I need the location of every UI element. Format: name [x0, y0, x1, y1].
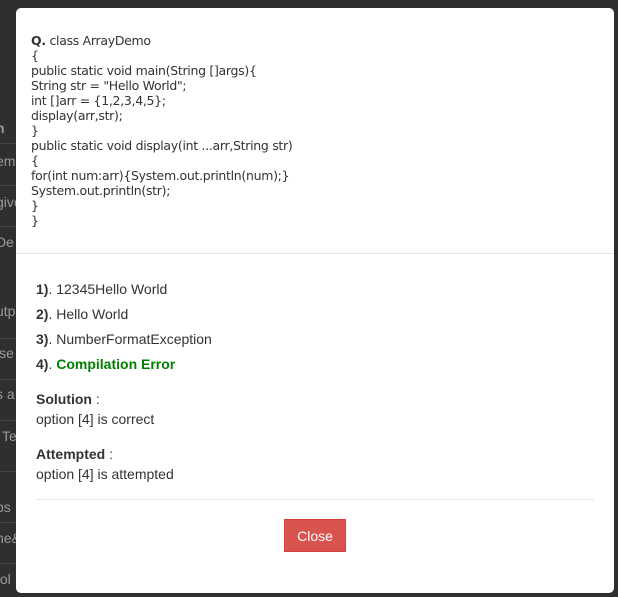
- header-divider: [16, 253, 614, 254]
- code-line: {: [31, 48, 39, 63]
- option-item: 2). Hello World: [36, 306, 129, 322]
- code-line: public static void main(String []args){: [31, 63, 257, 78]
- option-item: 3). NumberFormatException: [36, 331, 212, 347]
- question-modal: Q. class ArrayDemo { public static void …: [16, 8, 614, 593]
- option-item: 1). 12345Hello World: [36, 281, 168, 297]
- option-text: Compilation Error: [56, 356, 176, 372]
- divider: [0, 379, 16, 380]
- question-prefix: Q.: [31, 33, 46, 48]
- bg-text: Te: [2, 428, 17, 444]
- option-item-correct: 4). Compilation Error: [36, 356, 176, 372]
- option-number: 4): [36, 356, 49, 372]
- question-text: Q. class ArrayDemo { public static void …: [31, 33, 293, 228]
- code-line: }: [31, 213, 39, 228]
- code-line: class ArrayDemo: [49, 33, 151, 48]
- code-line: public static void display(int ...arr,St…: [31, 138, 293, 153]
- options-list: 1). 12345Hello World 2). Hello World 3).…: [36, 281, 212, 381]
- bg-text: fol: [0, 571, 11, 587]
- option-number: 2): [36, 306, 49, 322]
- code-line: display(arr,str);: [31, 108, 123, 123]
- solution-label: Solution: [36, 391, 92, 407]
- option-number: 1): [36, 281, 49, 297]
- code-line: {: [31, 153, 39, 168]
- bg-text: n: [0, 120, 5, 136]
- code-line: for(int num:arr){System.out.println(num)…: [31, 168, 290, 183]
- option-number: 3): [36, 331, 49, 347]
- divider: [0, 185, 16, 186]
- attempted-section: Attempted : option [4] is attempted: [36, 446, 174, 482]
- option-text: 12345Hello World: [56, 281, 168, 297]
- bg-text: s a: [0, 386, 15, 402]
- code-line: System.out.println(str);: [31, 183, 171, 198]
- bg-text: em: [0, 153, 16, 169]
- bg-text: utp: [0, 303, 16, 319]
- bg-text: ise: [0, 345, 14, 361]
- bg-text: De: [0, 234, 14, 250]
- divider: [0, 522, 16, 523]
- solution-text: option [4] is correct: [36, 411, 155, 427]
- divider: [0, 471, 16, 472]
- divider: [0, 563, 16, 564]
- solution-section: Solution : option [4] is correct: [36, 391, 155, 427]
- code-line: String str = "Hello World";: [31, 78, 187, 93]
- attempted-text: option [4] is attempted: [36, 466, 174, 482]
- divider: [0, 143, 16, 144]
- option-text: Hello World: [56, 306, 129, 322]
- footer-divider: [36, 499, 594, 500]
- divider: [0, 338, 16, 339]
- attempted-label: Attempted: [36, 446, 106, 462]
- code-line: int []arr = {1,2,3,4,5};: [31, 93, 166, 108]
- divider: [0, 420, 16, 421]
- code-line: }: [31, 123, 39, 138]
- bg-text: bs: [0, 499, 11, 515]
- code-line: }: [31, 198, 39, 213]
- close-button[interactable]: Close: [284, 519, 346, 552]
- divider: [0, 226, 16, 227]
- option-text: NumberFormatException: [56, 331, 212, 347]
